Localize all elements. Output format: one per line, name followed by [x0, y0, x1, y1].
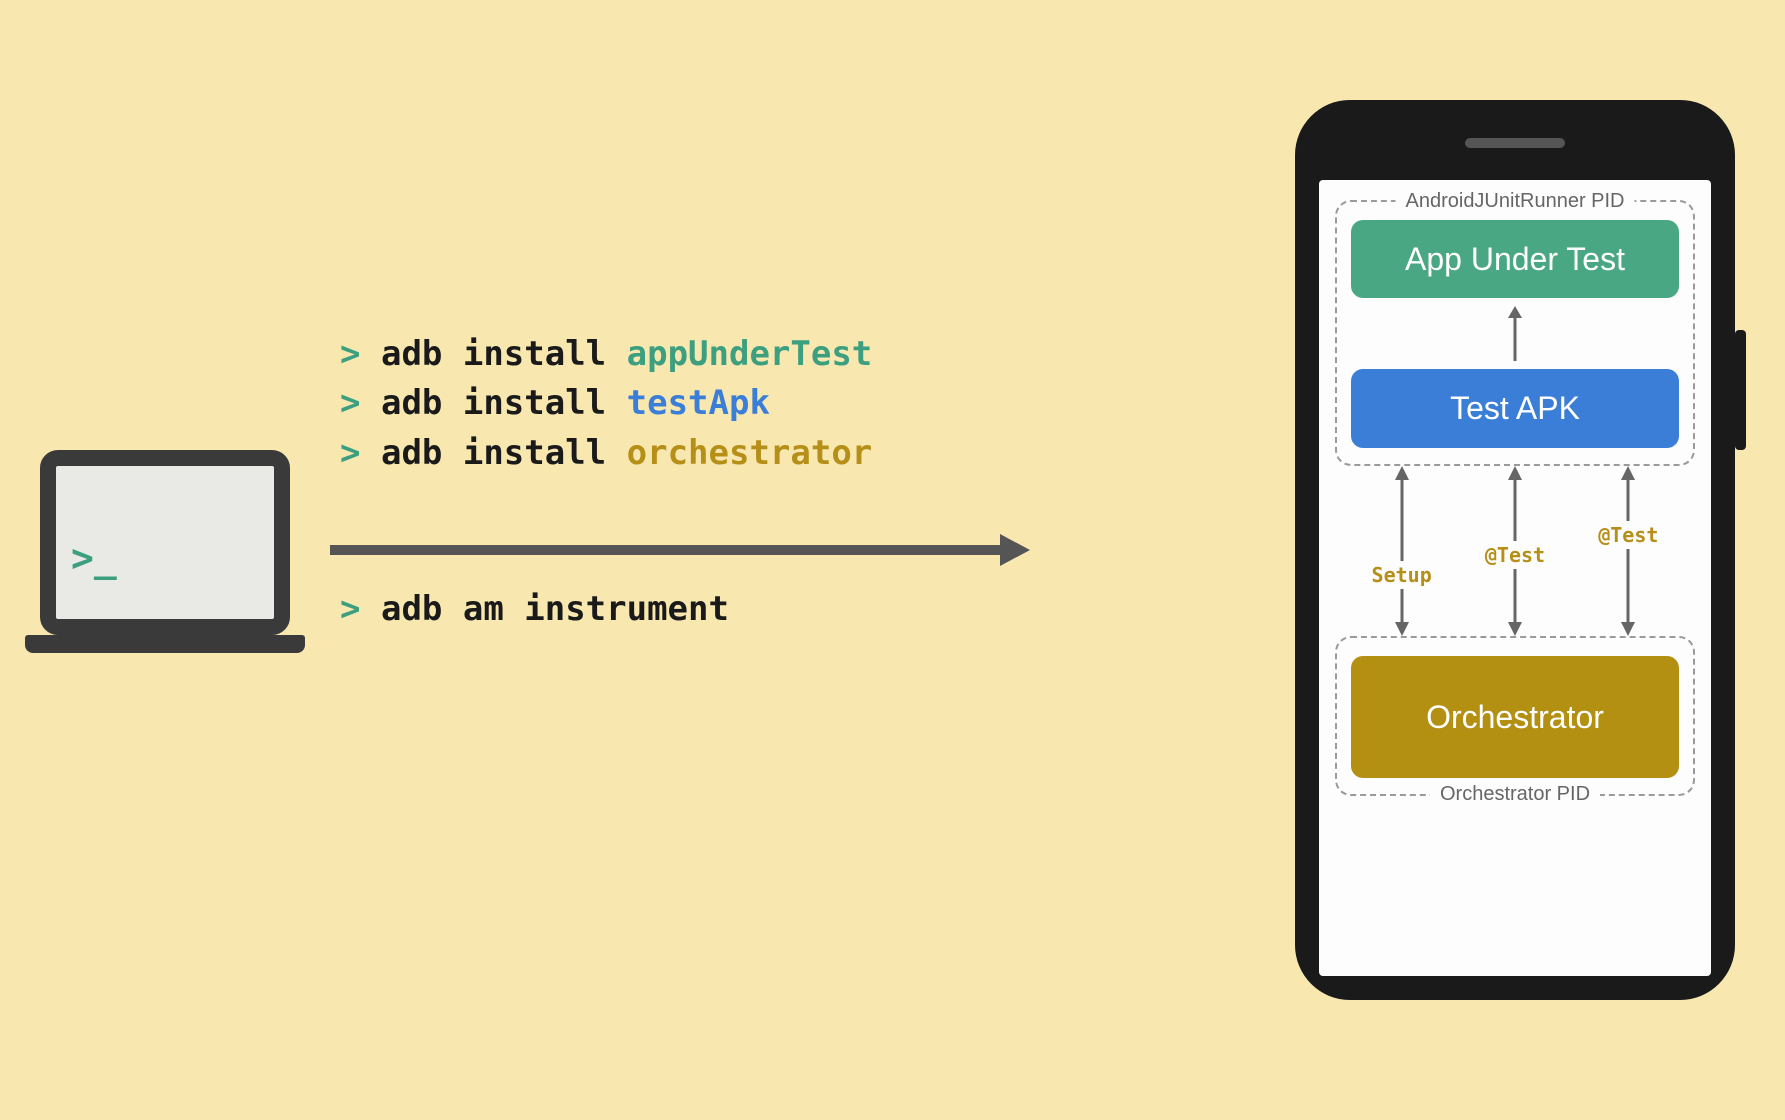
orchestrator-box: Orchestrator	[1351, 656, 1679, 778]
command-line-2: > adb install testApk	[340, 379, 872, 428]
command-text: adb install	[381, 334, 606, 374]
command-text: adb install	[381, 383, 606, 423]
laptop-icon: >_	[40, 450, 290, 653]
command-target: appUnderTest	[627, 334, 873, 374]
arrow-label-test1: @Test	[1481, 541, 1549, 569]
arrow-label-setup: Setup	[1368, 561, 1436, 589]
up-arrow-icon	[1500, 306, 1530, 361]
test-arrow-1: @Test	[1500, 466, 1530, 636]
test-arrow-2: @Test	[1613, 466, 1643, 636]
command-text: adb install	[381, 433, 606, 473]
flow-arrow-icon	[330, 530, 1030, 570]
command-target: orchestrator	[627, 433, 873, 473]
setup-arrow: Setup	[1387, 466, 1417, 636]
command-target: testApk	[627, 383, 770, 423]
prompt-symbol: >	[340, 433, 360, 473]
command-line-4: > adb am instrument	[340, 585, 729, 634]
phone-frame: AndroidJUnitRunner PID App Under Test Te…	[1295, 100, 1735, 1000]
orchestrator-pid-group: Orchestrator Orchestrator PID	[1335, 636, 1695, 796]
command-text: adb am instrument	[381, 589, 729, 629]
prompt-symbol: >	[340, 383, 360, 423]
phone-screen: AndroidJUnitRunner PID App Under Test Te…	[1319, 180, 1711, 976]
command-line-3: > adb install orchestrator	[340, 429, 872, 478]
prompt-symbol: >	[340, 334, 360, 374]
arrow-group: Setup @Test @Test	[1335, 466, 1695, 636]
runner-pid-label: AndroidJUnitRunner PID	[1396, 190, 1635, 213]
terminal-prompt: >_	[71, 536, 117, 580]
app-under-test-box: App Under Test	[1351, 220, 1679, 298]
orchestrator-pid-label: Orchestrator PID	[1430, 783, 1600, 806]
arrow-label-test2: @Test	[1594, 521, 1662, 549]
test-apk-box: Test APK	[1351, 369, 1679, 447]
command-line-1: > adb install appUnderTest	[340, 330, 872, 379]
runner-pid-group: AndroidJUnitRunner PID App Under Test Te…	[1335, 200, 1695, 466]
phone-speaker	[1465, 138, 1565, 148]
prompt-symbol: >	[340, 589, 360, 629]
command-list: > adb install appUnderTest > adb install…	[340, 330, 872, 478]
